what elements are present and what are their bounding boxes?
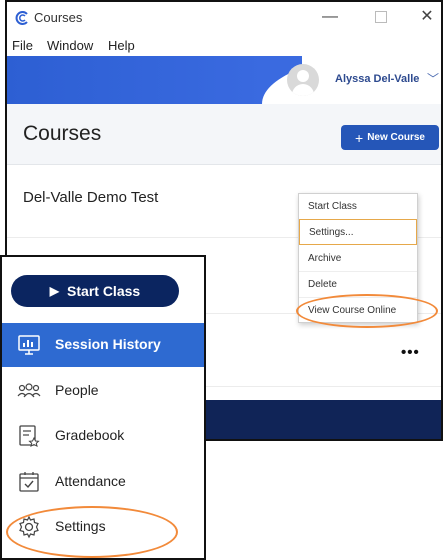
menu-bar: File Window Help: [7, 36, 441, 56]
sidebar-item-label: Session History: [55, 336, 161, 352]
window-title: Courses: [34, 10, 83, 25]
course-name[interactable]: Del-Valle Demo Test: [23, 189, 158, 206]
title-bar: Courses — ✕: [7, 2, 441, 34]
close-button[interactable]: ✕: [414, 6, 440, 28]
sidebar-item-attendance[interactable]: Attendance: [2, 460, 204, 504]
avatar[interactable]: [287, 64, 319, 96]
menu-window[interactable]: Window: [47, 38, 93, 53]
more-options-button[interactable]: •••: [401, 344, 420, 361]
minimize-button[interactable]: —: [317, 6, 343, 28]
gradebook-icon: [19, 425, 40, 447]
sidebar-item-label: People: [55, 382, 99, 398]
menu-file[interactable]: File: [12, 38, 33, 53]
session-history-icon: [18, 335, 40, 355]
menu-item-settings[interactable]: Settings...: [299, 219, 417, 245]
app-logo-icon: [15, 11, 28, 25]
courses-header: Courses + New Course: [7, 104, 441, 165]
header-bar: Alyssa Del-Valle ﹀: [7, 56, 441, 104]
user-name[interactable]: Alyssa Del-Valle: [335, 73, 419, 85]
sidebar-item-people[interactable]: People: [2, 369, 204, 413]
menu-help[interactable]: Help: [108, 38, 135, 53]
maximize-button[interactable]: [368, 6, 394, 28]
plus-icon: +: [355, 129, 364, 146]
sidebar-item-label: Attendance: [55, 473, 126, 489]
chevron-down-icon[interactable]: ﹀: [427, 70, 439, 87]
new-course-label: New Course: [367, 132, 425, 143]
sidebar-item-label: Gradebook: [55, 427, 125, 443]
start-class-label: Start Class: [67, 283, 141, 299]
sidebar-item-session-history[interactable]: Session History: [2, 323, 204, 367]
sidebar-item-gradebook[interactable]: Gradebook: [2, 414, 204, 458]
menu-item-archive[interactable]: Archive: [299, 246, 417, 272]
page-title: Courses: [23, 122, 102, 145]
new-course-button[interactable]: + New Course: [341, 125, 439, 150]
people-icon: [17, 383, 41, 398]
start-class-button[interactable]: ▶ Start Class: [11, 275, 179, 307]
menu-item-start-class[interactable]: Start Class: [299, 194, 417, 220]
highlight-ring-settings: [6, 506, 178, 558]
attendance-icon: [19, 472, 39, 492]
highlight-ring-view-online: [296, 294, 438, 328]
play-icon: ▶: [49, 284, 60, 298]
